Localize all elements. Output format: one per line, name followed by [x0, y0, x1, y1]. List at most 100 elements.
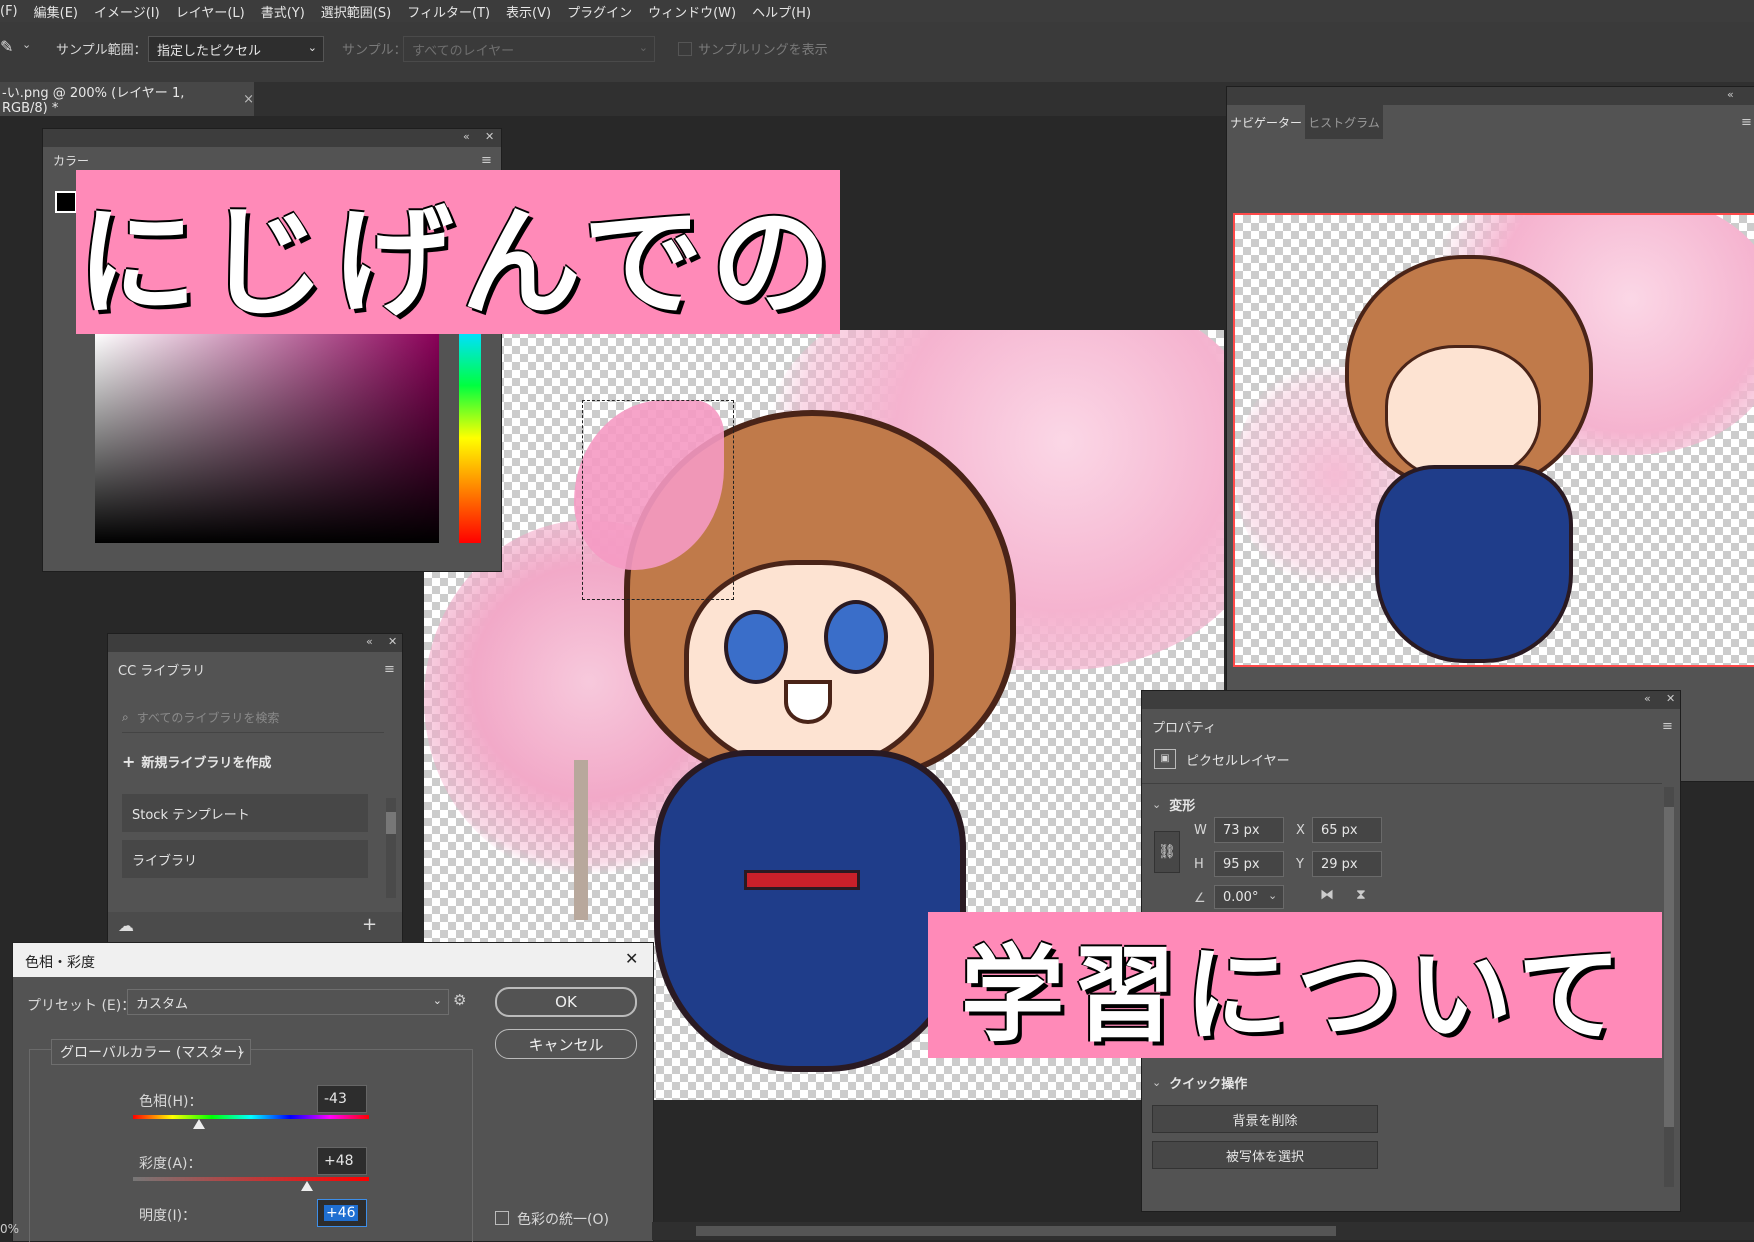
hue-input[interactable]: -43: [317, 1085, 367, 1113]
collapse-icon[interactable]: «: [463, 130, 470, 143]
cc-library-header: [108, 634, 402, 652]
library-scroll-thumb[interactable]: [386, 812, 396, 834]
select-subject-button[interactable]: 被写体を選択: [1152, 1141, 1378, 1169]
library-list-item[interactable]: ライブラリ: [122, 840, 368, 878]
preset-label: プリセット (E)：: [27, 998, 136, 1014]
collapse-icon[interactable]: «: [1644, 692, 1651, 705]
properties-scrollbar[interactable]: [1664, 787, 1674, 1187]
flip-vertical-icon[interactable]: ⧗: [1356, 887, 1366, 903]
hue-slider-thumb[interactable]: [193, 1119, 205, 1129]
channel-group: [29, 1049, 473, 1242]
library-search[interactable]: ⌕ すべてのライブラリを検索: [122, 702, 384, 733]
lightness-input[interactable]: +46: [317, 1199, 367, 1227]
document-tab[interactable]: -い.png @ 200% (レイヤー 1, RGB/8) * ×: [0, 82, 254, 116]
ok-button[interactable]: OK: [495, 987, 637, 1017]
menu-item[interactable]: プラグイン: [567, 2, 632, 21]
menu-item[interactable]: (F): [0, 4, 18, 19]
dialog-close-button[interactable]: ✕: [625, 949, 638, 968]
panel-menu-icon[interactable]: ≡: [1662, 719, 1673, 734]
library-list-item[interactable]: Stock テンプレート: [122, 794, 368, 832]
marquee-selection[interactable]: [582, 400, 734, 600]
foreground-color-swatch[interactable]: [55, 191, 77, 213]
navigator-thumbnail[interactable]: [1233, 213, 1754, 667]
x-input[interactable]: 65 px: [1312, 817, 1382, 843]
menu-item[interactable]: フィルター(T): [407, 2, 490, 21]
color-panel-header: [43, 129, 501, 147]
hue-slider-track[interactable]: [133, 1115, 369, 1119]
height-input[interactable]: 95 px: [1214, 851, 1284, 877]
navigator-panel: « ナビゲーター ヒストグラム ≡: [1226, 86, 1754, 782]
sample-range-select[interactable]: 指定したピクセル ⌄: [148, 36, 324, 62]
y-input[interactable]: 29 px: [1312, 851, 1382, 877]
hue-saturation-dialog: 色相・彩度 ✕ プリセット (E)： カスタム ⌄ ⚙ OK キャンセル グロー…: [12, 942, 654, 1242]
h-label: H: [1194, 857, 1204, 872]
document-tab-title: -い.png @ 200% (レイヤー 1, RGB/8) *: [2, 86, 185, 116]
panel-menu-icon[interactable]: ≡: [1741, 115, 1752, 130]
chevron-down-icon: ⌄: [638, 41, 648, 54]
banner-bottom: 学習について: [928, 912, 1662, 1058]
chevron-down-icon[interactable]: ⌄: [1268, 889, 1277, 902]
menu-item[interactable]: 選択範囲(S): [321, 2, 391, 21]
close-icon[interactable]: ✕: [1666, 692, 1675, 705]
add-icon[interactable]: +: [362, 914, 377, 935]
menu-item[interactable]: イメージ(I): [94, 2, 160, 21]
lightness-label: 明度(I)：: [139, 1208, 197, 1224]
cancel-button[interactable]: キャンセル: [495, 1029, 637, 1059]
tool-preset-chevron-icon[interactable]: ⌄: [22, 38, 31, 51]
channel-select[interactable]: グローバルカラー (マスター) ⌄: [51, 1039, 251, 1065]
hue-slider[interactable]: [459, 333, 481, 543]
chevron-down-icon: ⌄: [1152, 1076, 1162, 1089]
close-icon[interactable]: ✕: [485, 130, 494, 143]
preset-settings-gear-icon[interactable]: ⚙: [453, 991, 466, 1009]
tab-histogram[interactable]: ヒストグラム: [1305, 105, 1383, 139]
character-mouth: [784, 680, 832, 724]
layer-type-row: ▣ ピクセルレイヤー: [1154, 749, 1290, 769]
canvas-horizontal-scrollbar[interactable]: [652, 1222, 1754, 1240]
flip-horizontal-icon[interactable]: ⧓: [1320, 887, 1334, 903]
menu-item[interactable]: ヘルプ(H): [752, 2, 811, 21]
color-field[interactable]: [95, 333, 439, 543]
layer-type-label: ピクセルレイヤー: [1186, 753, 1290, 769]
menu-item[interactable]: レイヤー(L): [176, 2, 245, 21]
character-dress: [654, 750, 966, 1072]
properties-scroll-thumb[interactable]: [1664, 807, 1674, 1127]
saturation-slider-thumb[interactable]: [301, 1181, 313, 1191]
chevron-down-icon: ⌄: [236, 1044, 246, 1057]
sample-ring-checkbox[interactable]: [678, 42, 692, 56]
cc-library-panel: « ✕ CC ライブラリ ≡ ⌕ すべてのライブラリを検索 + 新規ライブラリを…: [107, 633, 403, 943]
saturation-label: 彩度(A)：: [139, 1156, 202, 1172]
angle-icon: ∠: [1194, 891, 1206, 906]
menu-item[interactable]: 書式(Y): [261, 2, 305, 21]
tab-properties[interactable]: プロパティ: [1142, 709, 1227, 743]
preset-select[interactable]: カスタム ⌄: [127, 989, 449, 1015]
panel-menu-icon[interactable]: ≡: [384, 662, 395, 677]
create-library-button[interactable]: + 新規ライブラリを作成: [122, 752, 271, 771]
collapse-icon[interactable]: «: [1727, 88, 1734, 101]
canvas-scroll-thumb[interactable]: [696, 1226, 1336, 1236]
transform-section-header[interactable]: ⌄ 変形: [1152, 795, 1195, 814]
tab-navigator[interactable]: ナビゲーター: [1227, 105, 1305, 139]
close-icon[interactable]: ✕: [388, 635, 397, 648]
saturation-input[interactable]: +48: [317, 1147, 367, 1175]
document-tab-close-button[interactable]: ×: [243, 92, 254, 107]
width-input[interactable]: 73 px: [1214, 817, 1284, 843]
eyedropper-tool-icon[interactable]: ✎: [0, 37, 13, 56]
cloud-icon[interactable]: ☁: [118, 916, 134, 935]
menu-item[interactable]: 表示(V): [506, 2, 551, 21]
colorize-checkbox[interactable]: [495, 1211, 509, 1225]
menu-item[interactable]: 編集(E): [34, 2, 78, 21]
menu-item[interactable]: ウィンドウ(W): [648, 2, 736, 21]
saturation-slider-track[interactable]: [133, 1177, 369, 1181]
colorize-label: 色彩の統一(O): [517, 1212, 609, 1228]
w-label: W: [1194, 823, 1207, 838]
quick-actions-header[interactable]: ⌄ クイック操作: [1152, 1073, 1247, 1092]
nav-character-face: [1385, 345, 1541, 481]
link-dimensions-icon[interactable]: ⛓: [1154, 831, 1180, 873]
tab-cc-library[interactable]: CC ライブラリ: [108, 652, 216, 686]
sample-layer-select[interactable]: すべてのレイヤー ⌄: [403, 36, 655, 62]
library-scrollbar[interactable]: [386, 798, 396, 898]
navigator-header: [1227, 87, 1754, 105]
remove-background-button[interactable]: 背景を削除: [1152, 1105, 1378, 1133]
collapse-icon[interactable]: «: [366, 635, 373, 648]
plus-icon: +: [122, 752, 136, 771]
